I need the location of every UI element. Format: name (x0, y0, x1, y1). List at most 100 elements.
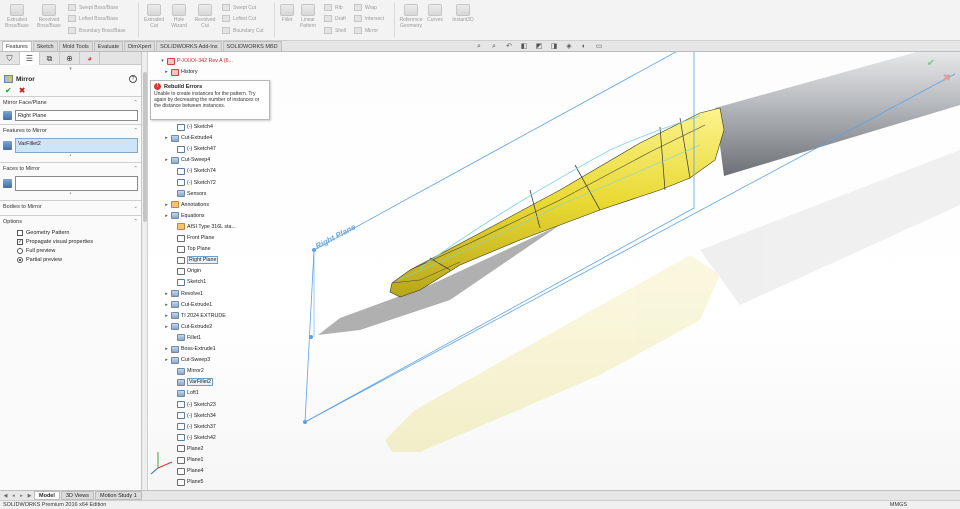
tree-item[interactable]: Plane4 (170, 466, 204, 476)
revolved-boss-button[interactable]: Revolved Boss/Base (34, 4, 64, 29)
group-heading[interactable]: Bodies to Mirror (3, 204, 42, 212)
panel-scrollbar[interactable] (142, 52, 148, 490)
section-view-icon[interactable]: ◧ (519, 43, 529, 51)
tree-item[interactable]: ▸ Annotations (164, 200, 209, 210)
last-tab-icon[interactable]: ▶ (26, 492, 33, 500)
radio-button-selected[interactable] (17, 257, 23, 263)
boundary-boss-button[interactable]: Boundary Boss/Base (68, 27, 126, 34)
swept-cut-button[interactable]: Swept Cut (222, 4, 256, 11)
lofted-cut-button[interactable]: Lofted Cut (222, 15, 256, 22)
collapse-chevron-icon[interactable]: ⌃ (133, 166, 138, 174)
tree-item[interactable]: (-) Sketch72 (170, 178, 216, 188)
tab-sketch[interactable]: Sketch (32, 41, 58, 51)
tree-item[interactable]: ▸ TI 2024 EXTRUDE (164, 311, 226, 321)
collapse-chevron-icon[interactable]: ▾ (0, 65, 141, 73)
status-units[interactable]: MMGS (890, 502, 907, 508)
tree-item[interactable]: (-) Sketch4 (170, 122, 213, 132)
tree-item[interactable]: (-) Sketch42 (170, 433, 216, 443)
rib-button[interactable]: Rib (324, 4, 343, 11)
expand-icon[interactable]: ▸ (164, 357, 169, 363)
tab-mold-tools[interactable]: Mold Tools (58, 41, 93, 51)
linear-pattern-button[interactable]: Linear Pattern (296, 4, 320, 29)
tree-item[interactable]: Plane5 (170, 477, 204, 487)
shell-button[interactable]: Shell (324, 27, 346, 34)
previous-view-icon[interactable]: ↶ (504, 43, 514, 51)
tab-3d-views[interactable]: 3D Views (60, 491, 95, 500)
tab-motion-study-1[interactable]: Motion Study 1 (95, 491, 142, 500)
tree-item[interactable]: Top Plane (170, 244, 211, 254)
radio-button[interactable] (17, 248, 23, 254)
mirror-plane-field[interactable]: Right Plane (15, 110, 138, 121)
expand-icon[interactable]: ▸ (164, 324, 169, 330)
expand-icon[interactable]: ▸ (164, 302, 169, 308)
propagate-visual-properties-option[interactable]: ✓ Propagate visual properties (17, 239, 138, 245)
features-to-mirror-list[interactable]: VarFillet2 (15, 138, 138, 153)
tree-item[interactable]: (-) Sketch23 (170, 400, 216, 410)
tree-item[interactable]: ▸ Cut-Sweep3 (164, 355, 210, 365)
revolved-cut-button[interactable]: Revolved Cut (192, 4, 218, 29)
wrap-button[interactable]: Wrap (354, 4, 377, 11)
faces-to-mirror-list[interactable] (15, 176, 138, 191)
collapse-chevron-icon[interactable]: ⌃ (133, 128, 138, 136)
tree-item[interactable]: ▸ Cut-Extrude1 (164, 300, 212, 310)
cancel-x-icon[interactable]: ✖ (943, 73, 951, 84)
full-preview-option[interactable]: Full preview (17, 248, 138, 254)
tree-history[interactable]: ▸ History (164, 67, 197, 77)
expand-icon[interactable]: ▾ (160, 58, 165, 64)
tree-item[interactable]: Right Plane (170, 255, 219, 265)
cancel-x-icon[interactable]: ✖ (19, 86, 26, 95)
tree-item[interactable]: (-) Sketch74 (170, 166, 216, 176)
view-orientation-icon[interactable]: ◩ (534, 43, 544, 51)
tab-solidworks-mbd[interactable]: SOLIDWORKS MBD (222, 41, 282, 51)
property-manager-tab[interactable]: ☰ (20, 52, 40, 65)
tree-item[interactable]: ▸ Revolve1 (164, 289, 203, 299)
checkbox-checked[interactable]: ✓ (17, 239, 23, 245)
tab-features[interactable]: Features (2, 41, 32, 51)
tree-item[interactable]: ▸ Cut-Extrude2 (164, 322, 212, 332)
zoom-to-fit-icon[interactable]: ⌕ (474, 43, 484, 51)
dimxpert-manager-tab[interactable]: ⊕ (60, 52, 80, 65)
draft-button[interactable]: Draft (324, 15, 346, 22)
tree-item[interactable]: Front Plane (170, 233, 214, 243)
tree-item[interactable]: Origin (170, 266, 201, 276)
configuration-manager-tab[interactable]: ⧉ (40, 52, 60, 65)
confirm-check-icon[interactable]: ✔ (927, 58, 935, 69)
tree-item[interactable]: Loft1 (170, 388, 199, 398)
expand-icon[interactable]: ▸ (164, 157, 169, 163)
tree-item[interactable]: Plane1 (170, 455, 204, 465)
expand-icon[interactable]: ▸ (164, 346, 169, 352)
expand-icon[interactable]: ▸ (164, 69, 169, 75)
resize-handle[interactable]: • (3, 153, 138, 159)
hide-show-icon[interactable]: ◈ (564, 43, 574, 51)
tab-dimxpert[interactable]: DimXpert (124, 41, 156, 51)
scene-icon[interactable]: ▭ (594, 43, 604, 51)
graphics-viewport[interactable]: Right Plane ✔ ✖ (149, 52, 960, 490)
help-icon[interactable]: ? (129, 75, 137, 83)
collapse-chevron-icon[interactable]: ⌃ (133, 219, 138, 227)
reference-geometry-button[interactable]: Reference Geometry (398, 4, 424, 29)
tree-part-root[interactable]: ▾ P-XXXX-342 Rev A (6... (160, 56, 233, 66)
tree-item[interactable]: ▸ Cut-Extrude4 (164, 133, 212, 143)
collapse-chevron-icon[interactable]: ⌃ (133, 100, 138, 108)
expand-chevron-icon[interactable]: ⌄ (133, 204, 138, 212)
hole-wizard-button[interactable]: Hole Wizard (168, 4, 190, 29)
scrollbar-thumb[interactable] (143, 72, 147, 222)
tree-item[interactable]: AISI Type 316L sta... (170, 222, 236, 232)
tree-item[interactable]: (-) Sketch37 (170, 422, 216, 432)
tab-evaluate[interactable]: Evaluate (93, 41, 124, 51)
curves-button[interactable]: Curves (426, 4, 444, 23)
tree-item[interactable]: ▸ Cut-Sweep4 (164, 155, 210, 165)
extruded-cut-button[interactable]: Extruded Cut (142, 4, 166, 29)
tree-item[interactable]: (-) Sketch47 (170, 144, 216, 154)
zoom-to-area-icon[interactable]: ⌕ (489, 43, 499, 51)
tab-model[interactable]: Model (34, 491, 60, 500)
tree-item[interactable]: Fillet1 (170, 333, 201, 343)
lofted-boss-button[interactable]: Lofted Boss/Base (68, 15, 118, 22)
tab-solidworks-addins[interactable]: SOLIDWORKS Add-Ins (156, 41, 222, 51)
ok-check-icon[interactable]: ✔ (5, 86, 12, 95)
tree-item[interactable]: VarFillet2 (170, 377, 213, 387)
tree-item[interactable]: Sensors (170, 189, 206, 199)
tree-item[interactable]: Mirror2 (170, 366, 204, 376)
fillet-button[interactable]: Fillet (278, 4, 296, 23)
next-tab-icon[interactable]: ▸ (18, 492, 25, 500)
